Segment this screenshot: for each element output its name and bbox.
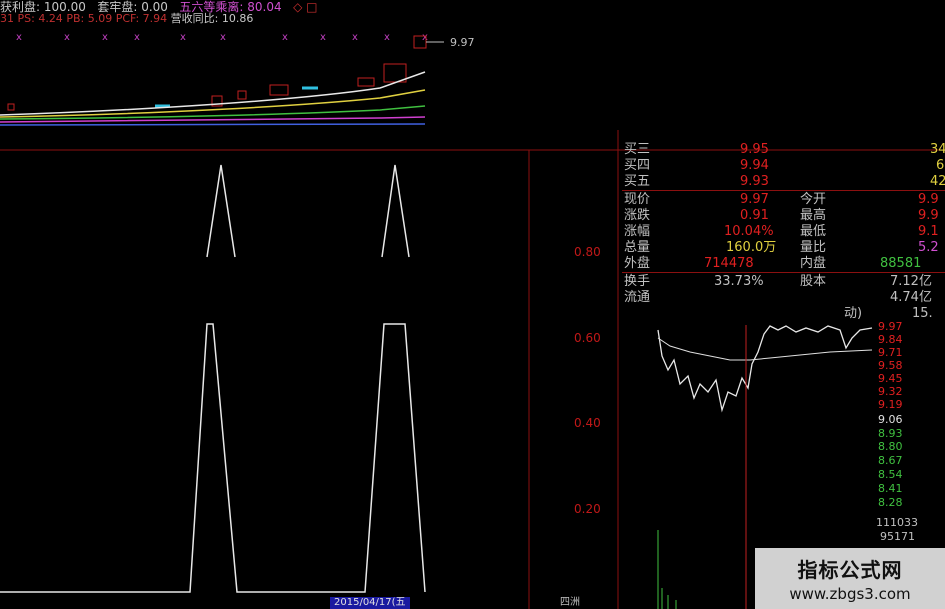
- quote-label-2: 今开: [800, 192, 827, 207]
- footer-label: 四洲: [560, 597, 580, 608]
- ma-line-blue: [0, 123, 426, 126]
- minute-price-line: [657, 325, 873, 413]
- quote-value: 33.73%: [714, 274, 764, 289]
- quote-volume: 34: [930, 142, 945, 157]
- price-label: 8.93: [878, 427, 903, 440]
- quote-volume: 42: [930, 174, 945, 189]
- price-label: 8.67: [878, 454, 903, 467]
- quote-value-2: 5.2: [918, 240, 939, 255]
- quote-label-2: 内盘: [800, 256, 827, 271]
- quote-value: 9.95: [740, 142, 769, 157]
- price-label: 8.80: [878, 440, 903, 453]
- price-label: 8.41: [878, 482, 903, 495]
- svg-text:x: x: [180, 32, 186, 43]
- svg-text:x: x: [422, 32, 428, 43]
- quote-label: 买五: [624, 174, 651, 189]
- price-tag: 9.97: [450, 36, 475, 49]
- indicator-peak-top-2: [381, 164, 410, 258]
- quote-value: 9.94: [740, 158, 769, 173]
- quote-volume: 6: [936, 158, 945, 173]
- y-label-080: 0.80: [574, 245, 601, 259]
- quote-row-price: 现价 9.97 今开 9.9: [622, 192, 945, 208]
- svg-text:x: x: [102, 32, 108, 43]
- quote-label: 买四: [624, 158, 651, 173]
- quote-label-2: 量比: [800, 240, 827, 255]
- date-box: 2015/04/17(五: [330, 597, 410, 609]
- marker-row: xxx xxx xxx xx: [16, 32, 428, 43]
- quote-value-2: 15.: [912, 306, 933, 321]
- svg-text:x: x: [64, 32, 70, 43]
- indicator-line: [0, 323, 426, 593]
- price-label: 9.97: [878, 320, 903, 333]
- price-label: 8.54: [878, 468, 903, 481]
- price-label: 9.58: [878, 359, 903, 372]
- volume-label: 95171: [880, 530, 915, 543]
- quote-label-2: 最低: [800, 224, 827, 239]
- quote-value-2: 88581: [880, 256, 922, 271]
- quote-value-2: 9.9: [918, 192, 939, 207]
- price-label: 9.19: [878, 398, 903, 411]
- svg-text:x: x: [282, 32, 288, 43]
- quote-label-2: 最高: [800, 208, 827, 223]
- quote-value-2: 7.12亿: [890, 274, 932, 289]
- quote-row-change: 涨跌 0.91 最高 9.9: [622, 208, 945, 224]
- quote-label: 买三: [624, 142, 651, 157]
- quote-label: 现价: [624, 192, 651, 207]
- quote-label: 总量: [624, 240, 651, 255]
- minute-avg-line: [657, 337, 873, 361]
- watermark-title: 指标公式网: [797, 558, 903, 582]
- quote-value: 714478: [704, 256, 754, 271]
- price-label: 9.84: [878, 333, 903, 346]
- quote-value-2: 4.74亿: [890, 290, 932, 305]
- quote-row-buy3: 买三 9.95 34: [622, 142, 945, 158]
- quote-row-pct: 涨幅 10.04% 最低 9.1: [622, 224, 945, 240]
- quote-value: 160.0万: [726, 240, 777, 255]
- quote-label-2: 股本: [800, 274, 827, 289]
- quote-label: 外盘: [624, 256, 651, 271]
- y-label-020: 0.20: [574, 502, 601, 516]
- quote-value-2: 9.9: [918, 208, 939, 223]
- price-label: 9.32: [878, 385, 903, 398]
- svg-text:x: x: [384, 32, 390, 43]
- quote-label: 换手: [624, 274, 651, 289]
- price-label: 8.28: [878, 496, 903, 509]
- quote-label: 涨跌: [624, 208, 651, 223]
- svg-text:x: x: [220, 32, 226, 43]
- svg-text:x: x: [134, 32, 140, 43]
- quote-row-turnover: 换手 33.73% 股本 7.12亿: [622, 274, 945, 290]
- svg-text:x: x: [352, 32, 358, 43]
- quote-value: 10.04%: [724, 224, 774, 239]
- quote-row-buy5: 买五 9.93 42: [622, 174, 945, 190]
- quote-label: 流通: [624, 290, 651, 305]
- quote-label: 涨幅: [624, 224, 651, 239]
- volume-bars: [657, 530, 677, 609]
- quote-row-float: 流通 4.74亿: [622, 290, 945, 306]
- volume-label: 111033: [876, 516, 918, 529]
- quote-row-outer: 外盘 714478 内盘 88581: [622, 256, 945, 272]
- quote-row-buy4: 买四 9.94 6: [622, 158, 945, 174]
- price-label: 9.71: [878, 346, 903, 359]
- svg-text:x: x: [16, 32, 22, 43]
- watermark: 指标公式网 www.zbgs3.com: [755, 548, 945, 609]
- svg-text:x: x: [320, 32, 326, 43]
- price-label: 9.45: [878, 372, 903, 385]
- quote-value: 0.91: [740, 208, 769, 223]
- quote-value: 9.97: [740, 192, 769, 207]
- price-label: 9.06: [878, 413, 903, 426]
- watermark-url: www.zbgs3.com: [789, 585, 911, 603]
- quote-label-2: 动): [844, 306, 863, 321]
- indicator-peak-top-1: [206, 164, 236, 258]
- quote-value-2: 9.1: [918, 224, 939, 239]
- quote-row-volume: 总量 160.0万 量比 5.2: [622, 240, 945, 256]
- y-label-040: 0.40: [574, 416, 601, 430]
- y-label-060: 0.60: [574, 331, 601, 345]
- quote-value: 9.93: [740, 174, 769, 189]
